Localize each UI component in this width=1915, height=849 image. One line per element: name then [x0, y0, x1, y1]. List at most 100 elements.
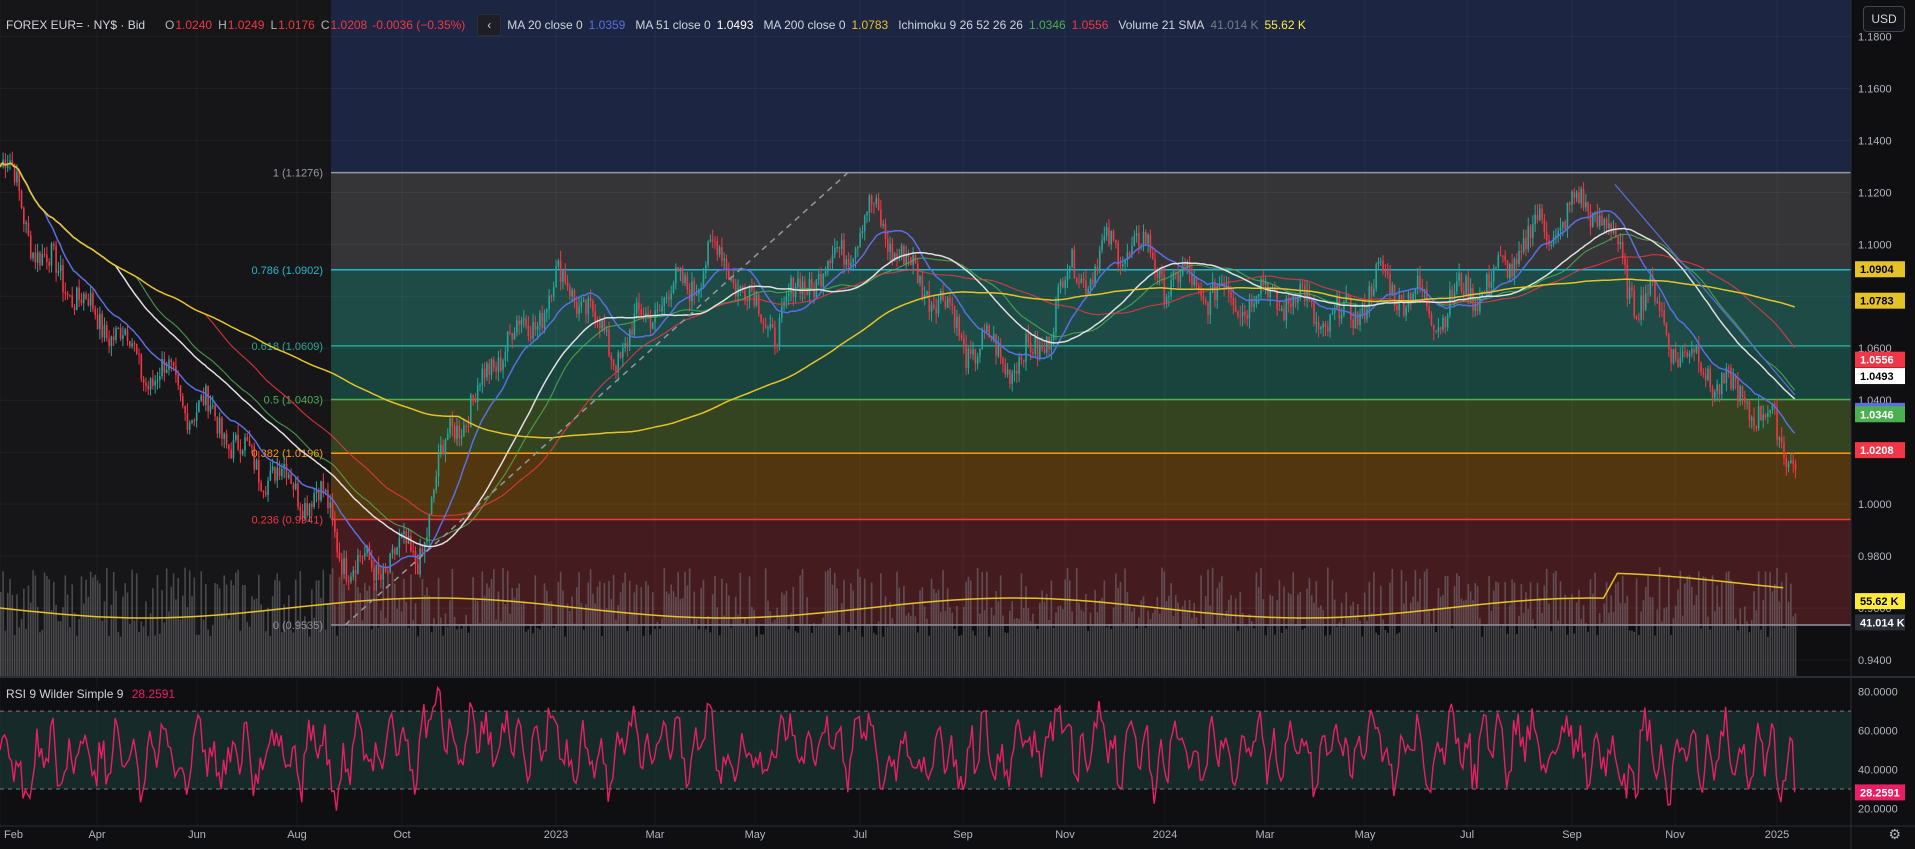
volume-bar [52, 581, 55, 677]
volume-bar [469, 623, 472, 677]
settings-icon[interactable]: ⚙ [1888, 826, 1901, 843]
volume-bar [912, 602, 914, 677]
candle [456, 425, 458, 440]
volume-bar [781, 592, 783, 677]
volume-bar [1426, 569, 1428, 677]
candle [1688, 353, 1691, 357]
volume-bar [502, 568, 504, 677]
volume-bar [255, 598, 258, 677]
volume-bar [1370, 612, 1373, 677]
volume-bar [1532, 619, 1534, 677]
candle [580, 301, 583, 307]
volume-bar [990, 607, 993, 677]
candle [25, 222, 27, 224]
indicator-label[interactable]: Ichimoku 9 26 52 26 26 [898, 18, 1023, 32]
volume-bar [725, 583, 728, 677]
candle [1598, 215, 1601, 227]
candle [301, 511, 304, 519]
volume-bar [382, 581, 385, 677]
currency-button[interactable]: USD [1863, 6, 1905, 32]
candle [248, 440, 251, 447]
candle [39, 252, 41, 266]
candle [594, 311, 596, 322]
volume-bar [951, 612, 954, 677]
indicator-label[interactable]: MA 20 close 0 [507, 18, 582, 32]
fib-label: 0.786 (1.0902) [251, 265, 323, 277]
volume-bar [1011, 601, 1013, 677]
candle [1313, 302, 1315, 324]
volume-bar [387, 573, 389, 677]
volume-bar [317, 580, 320, 677]
volume-bar [481, 571, 484, 677]
candle [1456, 281, 1458, 292]
volume-bar [870, 582, 873, 677]
candle [142, 379, 145, 383]
candle [870, 195, 873, 204]
candle [428, 513, 431, 537]
indicator-label[interactable]: MA 51 close 0 [635, 18, 710, 32]
chart-canvas[interactable]: 1 (1.1276)0.786 (1.0902)0.618 (1.0609)0.… [0, 0, 1915, 849]
candle [1161, 269, 1163, 275]
volume-bar [771, 622, 774, 677]
volume-bar [62, 607, 64, 677]
volume-bar [89, 571, 92, 677]
volume-bar [1066, 567, 1069, 677]
chevron-left-icon[interactable]: ‹ [477, 14, 502, 36]
candle [149, 378, 152, 390]
candle [1389, 274, 1391, 296]
volume-bar [580, 603, 583, 677]
candle [1488, 274, 1490, 288]
volume-bar [25, 628, 27, 677]
volume-bar [262, 611, 265, 677]
volume-bar [1098, 600, 1101, 677]
candle [412, 550, 414, 552]
candle [672, 283, 675, 294]
volume-bar [1614, 583, 1617, 677]
volume-bar [628, 580, 631, 677]
volume-bar [1578, 589, 1580, 677]
candle [1085, 280, 1087, 295]
candle [264, 492, 267, 495]
candle [387, 571, 389, 573]
volume-bar [525, 631, 527, 677]
volume-bar [1253, 628, 1255, 677]
volume-bar [691, 623, 693, 677]
volume-bar [833, 572, 836, 677]
candle [1416, 275, 1419, 289]
candle [1727, 367, 1730, 369]
volume-bar [999, 575, 1002, 677]
candle [398, 538, 401, 548]
candle [723, 258, 726, 261]
volume-bar [43, 572, 46, 677]
candle [624, 343, 626, 348]
candle [1465, 276, 1467, 295]
candle [92, 292, 94, 309]
volume-bar [39, 632, 41, 677]
volume-bar [306, 622, 309, 677]
candle [232, 439, 235, 459]
volume-bar [1596, 634, 1599, 677]
volume-bar [1679, 570, 1682, 677]
candle [474, 397, 477, 402]
volume-bar [757, 623, 760, 677]
candle [1080, 278, 1083, 284]
volume-bar [1278, 580, 1281, 677]
candle [762, 321, 765, 324]
volume-bar [1154, 609, 1156, 677]
time-axis-label: Nov [1665, 829, 1685, 841]
candle [684, 275, 686, 283]
indicator-label[interactable]: Volume 21 SMA [1118, 18, 1204, 32]
candle [64, 292, 67, 294]
volume-bar [928, 635, 931, 677]
indicator-label[interactable]: MA 200 close 0 [763, 18, 845, 32]
candle [269, 470, 272, 481]
candle [1068, 266, 1071, 272]
symbol-title[interactable]: FOREX EUR= · NY$ · Bid [6, 18, 145, 32]
volume-bar [340, 573, 343, 677]
candle [675, 267, 677, 284]
volume-bar [1444, 576, 1447, 677]
candle [126, 329, 129, 341]
candle [1350, 297, 1352, 320]
volume-bar [225, 584, 228, 677]
candle [1691, 349, 1693, 354]
